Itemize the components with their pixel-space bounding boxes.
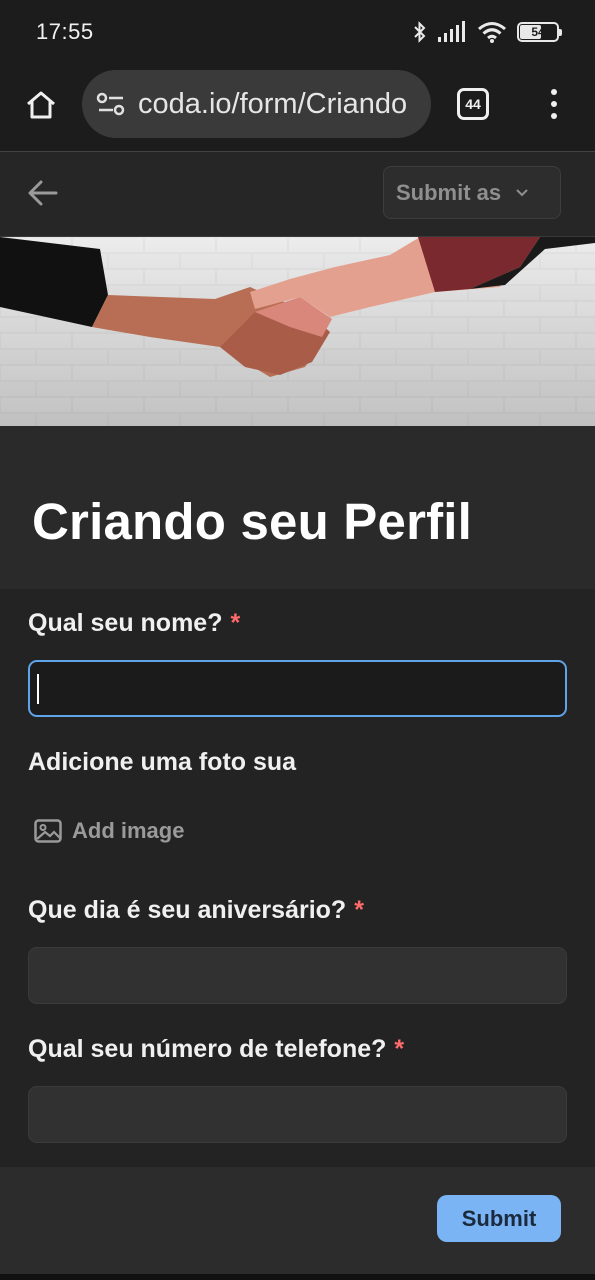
- url-text: coda.io/form/Criando: [138, 87, 408, 120]
- form-footer: Submit: [0, 1167, 595, 1274]
- question-text: Adicione uma foto sua: [28, 748, 297, 776]
- image-icon: [34, 819, 62, 843]
- status-icons: 54: [413, 20, 562, 44]
- question-label-birthday: Que dia é seu aniversário? *: [28, 896, 364, 925]
- form-header: Criando seu Perfil: [0, 426, 595, 589]
- question-label-phone: Qual seu número de telefone? *: [28, 1035, 404, 1064]
- submit-button[interactable]: Submit: [437, 1195, 561, 1242]
- question-label-name: Qual seu nome? *: [28, 609, 240, 638]
- birthday-input[interactable]: [28, 947, 567, 1004]
- bluetooth-icon: [414, 21, 426, 43]
- url-bar[interactable]: coda.io/form/Criando: [82, 70, 431, 138]
- signal-icon: [438, 21, 465, 42]
- system-gesture-bar: [0, 1274, 595, 1280]
- chevron-down-icon: [516, 188, 528, 196]
- back-button[interactable]: [26, 176, 60, 210]
- handshake-photo: [0, 237, 595, 426]
- home-button[interactable]: [22, 86, 60, 124]
- status-time: 17:55: [36, 19, 94, 44]
- submit-as-label: Submit as: [396, 179, 502, 205]
- required-marker: *: [354, 896, 364, 924]
- question-text: Que dia é seu aniversário?: [28, 896, 347, 924]
- submit-as-button[interactable]: Submit as: [383, 166, 561, 219]
- site-settings-icon: [96, 92, 125, 116]
- tab-count: 44: [465, 96, 481, 112]
- required-marker: *: [394, 1035, 405, 1063]
- required-marker: *: [230, 609, 241, 637]
- text-cursor: [37, 674, 39, 704]
- question-text: Qual seu nome?: [28, 609, 223, 637]
- add-image-label: Add image: [72, 818, 185, 843]
- name-input[interactable]: [28, 660, 567, 717]
- question-label-photo: Adicione uma foto sua: [28, 748, 296, 777]
- browser-menu-button[interactable]: [540, 86, 568, 122]
- form-body: Qual seu nome? * Adicione uma foto sua Ad…: [0, 589, 595, 1167]
- tab-switcher-button[interactable]: 44: [457, 88, 489, 120]
- question-text: Qual seu número de telefone?: [28, 1035, 387, 1063]
- arrow-left-icon: [28, 180, 58, 206]
- browser-toolbar: coda.io/form/Criando 44: [0, 64, 595, 151]
- cover-image: [0, 237, 595, 426]
- phone-input[interactable]: [28, 1086, 567, 1143]
- more-vert-icon: [551, 89, 557, 95]
- home-icon: [27, 91, 55, 119]
- battery-icon: 54: [517, 22, 562, 42]
- add-image-button[interactable]: Add image: [34, 818, 184, 844]
- form-title: Criando seu Perfil: [32, 493, 473, 550]
- battery-level: 54: [531, 25, 545, 39]
- status-bar: 17:55 54: [0, 0, 595, 64]
- form-app-bar: Submit as: [0, 152, 595, 236]
- wifi-icon: [478, 22, 506, 43]
